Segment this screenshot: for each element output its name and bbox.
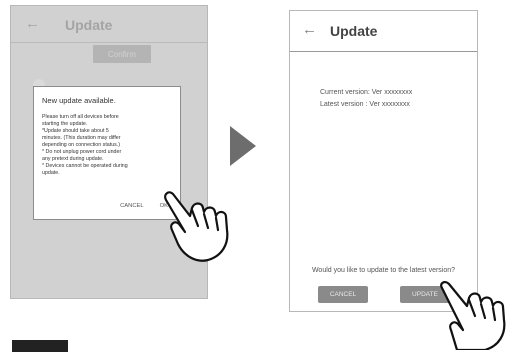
right-phone-screen: ← Update Current version: Ver xxxxxxxx L… bbox=[289, 10, 478, 312]
dialog-title: New update available. bbox=[42, 96, 116, 105]
dialog-cancel-button[interactable]: CANCEL bbox=[120, 203, 144, 209]
dialog-message-line: starting the update. bbox=[42, 121, 88, 127]
dialog-message-line: *Update should take about 5 bbox=[42, 128, 109, 134]
dialog-message-line: depending on connection status.) bbox=[42, 142, 121, 148]
back-arrow-icon[interactable]: ← bbox=[302, 21, 317, 38]
dialog-message-line: minutes. (This duration may differ bbox=[42, 135, 121, 141]
update-prompt: Would you like to update to the latest v… bbox=[311, 267, 456, 274]
current-version-text: Current version: Ver xxxxxxxx bbox=[320, 89, 413, 96]
pointing-hand-icon bbox=[164, 191, 229, 262]
screen-title: Update bbox=[330, 23, 378, 39]
update-dialog: New update available. Please turn off al… bbox=[33, 86, 181, 220]
dialog-message: Please turn off all devices before start… bbox=[42, 114, 172, 177]
appbar-divider bbox=[290, 51, 477, 52]
latest-version-text: Latest version : Ver xxxxxxxx bbox=[320, 101, 410, 108]
pointing-hand-icon bbox=[440, 281, 506, 350]
dialog-message-line: any pretext during update. bbox=[42, 156, 104, 162]
cancel-button[interactable]: CANCEL bbox=[318, 286, 368, 303]
dialog-message-line: * Do not unplug power cord under bbox=[42, 149, 122, 155]
dialog-message-line: * Devices cannot be operated during bbox=[42, 163, 128, 169]
play-triangle-icon bbox=[230, 126, 256, 166]
dialog-message-line: update. bbox=[42, 170, 60, 176]
dialog-message-line: Please turn off all devices before bbox=[42, 114, 119, 120]
page-marker-bar bbox=[12, 340, 68, 352]
